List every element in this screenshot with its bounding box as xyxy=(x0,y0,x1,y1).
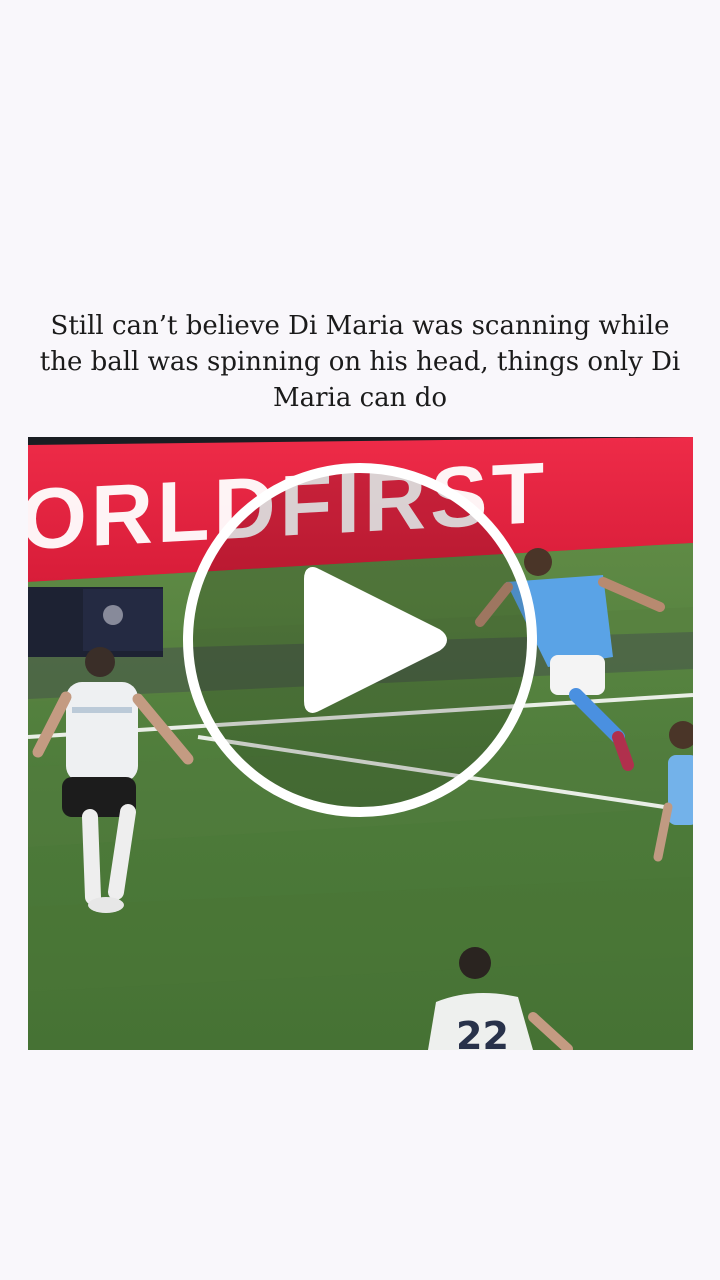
player-22-number: 22 xyxy=(456,1014,509,1050)
camera-box xyxy=(28,587,163,657)
video-player[interactable]: ORLDFIRST 22 xyxy=(28,437,693,1050)
play-button[interactable] xyxy=(180,460,540,820)
post-caption: Still can’t believe Di Maria was scannin… xyxy=(39,311,681,413)
play-icon xyxy=(183,463,537,817)
post-page: Still can’t believe Di Maria was scannin… xyxy=(0,0,720,1280)
